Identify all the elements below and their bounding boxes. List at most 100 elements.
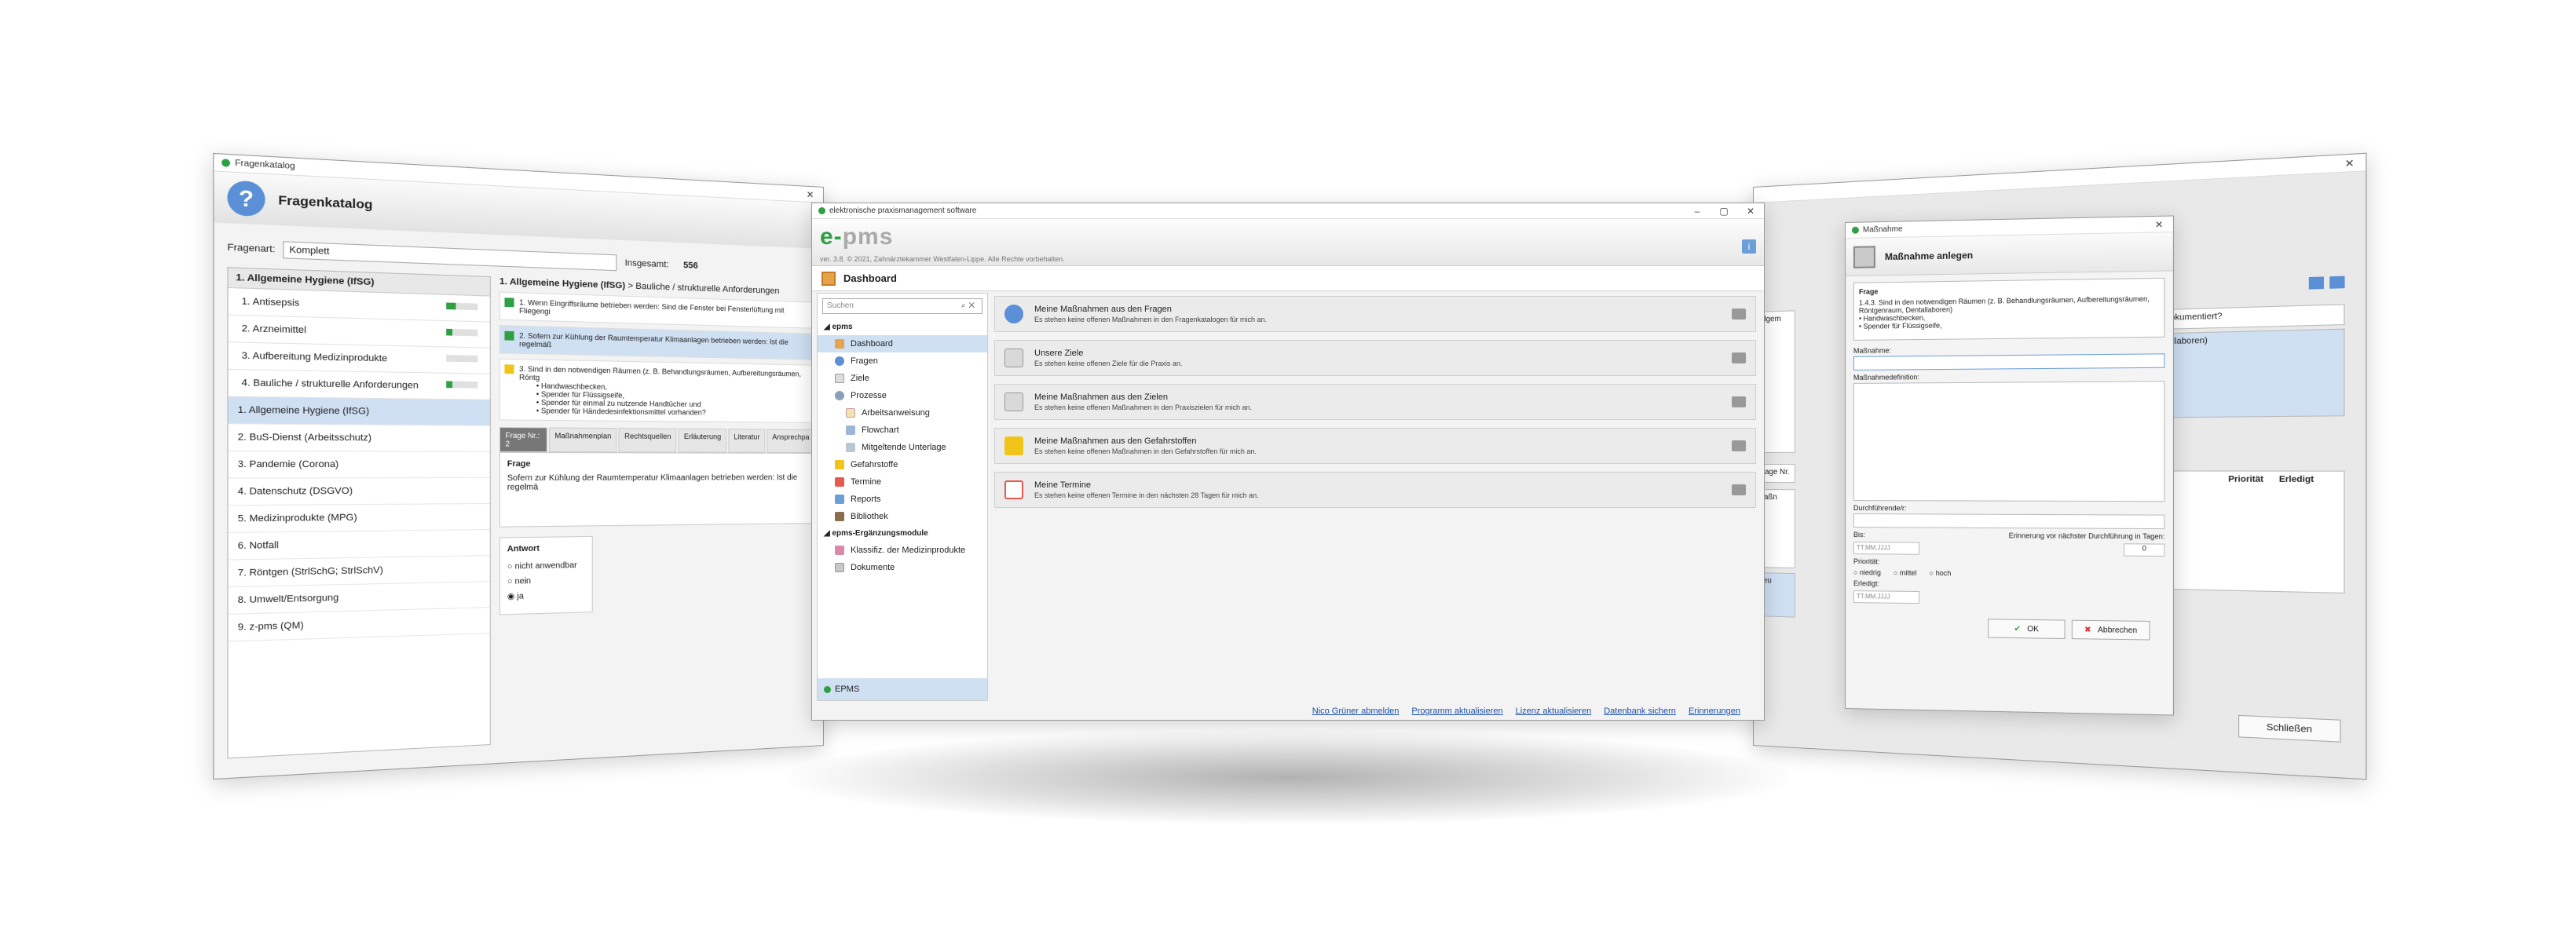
info-icon[interactable]: i [1742, 239, 1756, 254]
sidebar: Suchen ⌕✕ ◢ epms Dashboard Fragen Ziele P… [817, 293, 988, 701]
showcase-stage: Fragenkatalog ✕ ? Fragenkatalog Fragenar… [0, 0, 2576, 942]
nav-group[interactable]: ◢ epms-Ergänzungsmodule [818, 525, 987, 542]
tab-literatur[interactable]: Literatur [728, 429, 766, 453]
up-icon[interactable] [2308, 276, 2324, 290]
app-icon [818, 207, 825, 214]
category-item[interactable]: 3. Pandemie (Corona) [228, 451, 490, 479]
card-text: Es stehen keine offenen Maßnahmen in den… [1034, 447, 1257, 455]
close-button[interactable]: Schließen [2238, 714, 2341, 743]
question-icon [1004, 305, 1023, 323]
update-license-link[interactable]: Lizenz aktualisieren [1516, 706, 1592, 716]
sidebar-item-reports[interactable]: Reports [818, 491, 987, 508]
sidebar-item-bibliothek[interactable]: Bibliothek [818, 508, 987, 525]
progress-bar [446, 381, 478, 389]
tab-erlaeuterung[interactable]: Erläuterung [678, 428, 727, 453]
prio-radio[interactable]: ○ niedrig [1853, 568, 1881, 576]
logout-link[interactable]: Nico Grüner abmelden [1312, 706, 1400, 716]
question-row[interactable]: 3. Sind in den notwendigen Räumen (z. B.… [499, 358, 817, 423]
fragenart-select[interactable]: Komplett [282, 241, 617, 272]
nav-group[interactable]: ◢ epms [818, 319, 987, 335]
close-icon[interactable]: ✕ [797, 188, 823, 201]
reminders-link[interactable]: Erinnerungen [1689, 706, 1740, 716]
category-item[interactable]: 4. Datenschutz (DSGVO) [228, 477, 490, 506]
cancel-icon: ✖ [2084, 625, 2091, 634]
section-header: Dashboard [812, 266, 1764, 291]
search-input[interactable]: Suchen ⌕✕ [822, 298, 982, 314]
sidebar-item-flowchart[interactable]: Flowchart [818, 422, 987, 439]
print-icon[interactable] [1732, 352, 1746, 363]
epms-icon [824, 685, 831, 693]
tab-massnahmenplan[interactable]: Maßnahmenplan [548, 427, 617, 453]
sidebar-item-gefahrstoffe[interactable]: Gefahrstoffe [818, 456, 987, 473]
question-panel: 1. Allgemeine Hygiene (IfSG) > Bauliche … [499, 276, 817, 744]
answer-radio[interactable]: ○ nein [507, 575, 585, 586]
date-row: TT.MM.JJJJ 0 [1853, 542, 2165, 557]
backup-database-link[interactable]: Datenbank sichern [1604, 706, 1676, 716]
print-icon[interactable] [1732, 484, 1746, 495]
print-icon[interactable] [1732, 440, 1746, 451]
card-text: Es stehen keine offenen Maßnahmen in den… [1034, 316, 1268, 323]
tree-sub-item[interactable]: 3. Aufbereitung Medizinprodukte [228, 342, 490, 374]
tab-ansprechpartner[interactable]: Ansprechpa [767, 429, 815, 453]
update-program-link[interactable]: Programm aktualisieren [1411, 706, 1502, 716]
dashboard-header-icon [821, 271, 836, 286]
close-icon[interactable]: ✕ [1737, 206, 1764, 217]
dashboard-card[interactable]: Meine Maßnahmen aus den Fragen Es stehen … [994, 296, 1756, 332]
sidebar-item-ziele[interactable]: Ziele [818, 370, 987, 387]
tree-sub-item[interactable]: 4. Bauliche / strukturelle Anforderungen [228, 370, 490, 400]
massnahme-input[interactable] [1853, 353, 2165, 371]
category-item[interactable]: 6. Notfall [228, 530, 490, 560]
dashboard-card[interactable]: Meine Maßnahmen aus den Gefahrstoffen Es … [994, 428, 1756, 464]
tab-rechtsquellen[interactable]: Rechtsquellen [618, 428, 677, 453]
sidebar-item-klassifizierung[interactable]: Klassifiz. der Medizinprodukte [818, 542, 987, 559]
detail-tabs: Frage Nr.: 2 Maßnahmenplan Rechtsquellen… [499, 426, 816, 453]
durchfuehrende-select[interactable] [1853, 513, 2165, 530]
sidebar-item-dashboard[interactable]: Dashboard [818, 335, 987, 352]
frage-box: Frage 1.4.3. Sind in den notwendigen Räu… [1853, 277, 2165, 341]
dashboard-card[interactable]: Unsere Ziele Es stehen keine offenen Ziel… [994, 340, 1756, 376]
print-icon[interactable] [1732, 309, 1746, 319]
sidebar-item-arbeitsanweisung[interactable]: Arbeitsanweisung [818, 404, 987, 422]
antwort-label: Antwort [507, 544, 540, 554]
dialog-title: Maßnahme [1862, 225, 1903, 235]
sidebar-item-label: Reports [851, 495, 881, 504]
card-title: Meine Maßnahmen aus den Zielen [1034, 392, 1168, 402]
cancel-button[interactable]: ✖ Abbrechen [2071, 619, 2150, 641]
print-icon[interactable] [1732, 396, 1746, 407]
sidebar-item-fragen[interactable]: Fragen [818, 352, 987, 370]
prio-radio[interactable]: ○ mittel [1894, 569, 1917, 577]
search-icon[interactable]: ⌕✕ [961, 301, 978, 311]
category-item[interactable]: 9. z-pms (QM) [228, 608, 490, 642]
dashboard-card[interactable]: Meine Termine Es stehen keine offenen Ter… [994, 472, 1756, 508]
answer-radio[interactable]: ◉ ja [507, 590, 585, 601]
answer-radio[interactable]: ○ nicht anwendbar [507, 560, 585, 571]
sidebar-item-dokumente[interactable]: Dokumente [818, 559, 987, 576]
done-date-input[interactable]: TT.MM.JJJJ [1853, 590, 1920, 604]
question-row[interactable]: 2. Sofern zur Kühlung der Raumtemperatur… [499, 325, 817, 360]
category-item[interactable]: 5. Medizinprodukte (MPG) [228, 503, 490, 533]
close-icon[interactable]: ✕ [2333, 156, 2366, 170]
maximize-icon[interactable]: ▢ [1711, 206, 1737, 217]
tab-frage-nr[interactable]: Frage Nr.: 2 [499, 426, 547, 453]
sidebar-item-label: Flowchart [862, 425, 899, 435]
question-row[interactable]: 1. Wenn Eingriffsräume betrieben werden:… [499, 291, 817, 329]
sidebar-item-termine[interactable]: Termine [818, 473, 987, 491]
reminder-stepper[interactable]: 0 [2124, 543, 2165, 557]
sidebar-footer[interactable]: EPMS [818, 678, 987, 700]
category-item[interactable]: 1. Allgemeine Hygiene (IfSG) [228, 396, 490, 426]
sidebar-item-prozesse[interactable]: Prozesse [818, 387, 987, 404]
sidebar-item-label: Termine [851, 477, 882, 487]
down-icon[interactable] [2329, 276, 2345, 289]
bis-date-input[interactable]: TT.MM.JJJJ [1853, 542, 1920, 555]
category-item[interactable]: 2. BuS-Dienst (Arbeitsschutz) [228, 424, 490, 452]
definition-textarea[interactable] [1853, 381, 2165, 502]
ok-button[interactable]: ✔ OK [1988, 619, 2066, 639]
prio-radio[interactable]: ○ hoch [1930, 569, 1952, 577]
dashboard-card[interactable]: Meine Maßnahmen aus den Zielen Es stehen … [994, 384, 1756, 420]
sidebar-item-unterlage[interactable]: Mitgeltende Unterlage [818, 439, 987, 456]
dialog-header: Maßnahme anlegen [1845, 232, 2173, 276]
close-icon[interactable]: ✕ [2145, 218, 2173, 230]
tree-sub-label: 1. Antisepsis [241, 296, 300, 309]
minimize-icon[interactable]: – [1684, 206, 1711, 217]
done-label: Erledigt: [1853, 579, 1879, 588]
